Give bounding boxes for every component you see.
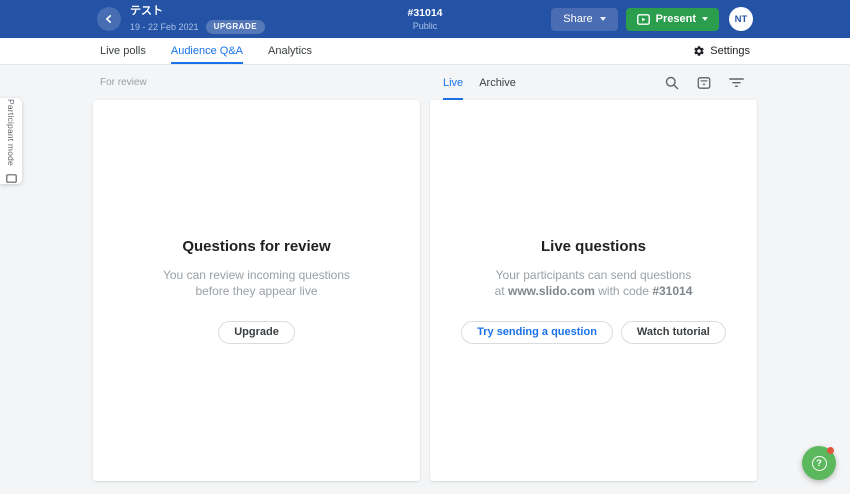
live-questions-panel: Live questions Your participants can sen… (430, 100, 757, 481)
search-icon (665, 76, 679, 90)
participant-mode-label: Participant mode (6, 99, 16, 166)
topbar-actions: Share Present NT (551, 7, 753, 31)
participant-mode-toggle[interactable]: Participant mode (0, 98, 22, 184)
tab-analytics[interactable]: Analytics (268, 38, 312, 64)
present-button-label: Present (656, 13, 696, 25)
slido-url: www.slido.com (508, 284, 595, 298)
event-info: テスト 19 - 22 Feb 2021 UPGRADE (130, 5, 265, 34)
chevron-down-icon (600, 17, 606, 21)
settings-button[interactable]: Settings (693, 38, 750, 64)
share-button-label: Share (563, 13, 592, 25)
question-mark-icon: ? (812, 456, 827, 471)
event-code-inline: #31014 (652, 284, 692, 298)
review-panel-description: You can review incoming questions before… (163, 267, 350, 299)
nav-tabs: Live polls Audience Q&A Analytics (100, 38, 312, 64)
help-button[interactable]: ? (802, 446, 836, 480)
tab-live-questions[interactable]: Live (443, 65, 463, 100)
live-panel-description: Your participants can send questions atw… (495, 267, 693, 299)
main-content: Participant mode For review Live Archive (0, 65, 850, 494)
watch-tutorial-button[interactable]: Watch tutorial (621, 321, 726, 344)
live-panel-title: Live questions (541, 238, 646, 255)
present-screen-icon (637, 14, 650, 25)
filter-button[interactable] (729, 77, 744, 88)
event-code-block: #31014 Public (407, 7, 442, 31)
settings-label: Settings (710, 45, 750, 57)
present-button[interactable]: Present (626, 8, 719, 31)
back-button[interactable] (97, 7, 121, 31)
archive-box-icon (697, 76, 711, 90)
search-button[interactable] (665, 76, 679, 90)
panel-toolbar: For review Live Archive (93, 65, 757, 100)
navbar: Live polls Audience Q&A Analytics Settin… (0, 38, 850, 65)
notification-dot (827, 447, 834, 454)
tab-audience-qa[interactable]: Audience Q&A (171, 38, 243, 64)
event-dates: 19 - 22 Feb 2021 (130, 22, 199, 32)
for-review-label: For review (100, 77, 147, 88)
review-panel-title: Questions for review (182, 238, 330, 255)
tab-archive[interactable]: Archive (479, 65, 516, 100)
chevron-down-icon (702, 17, 708, 21)
upgrade-button[interactable]: Upgrade (218, 321, 295, 344)
topbar: テスト 19 - 22 Feb 2021 UPGRADE #31014 Publ… (0, 0, 850, 38)
event-visibility: Public (407, 21, 442, 31)
tab-live-polls[interactable]: Live polls (100, 38, 146, 64)
chevron-left-icon (103, 13, 115, 25)
share-button[interactable]: Share (551, 8, 617, 31)
upgrade-badge[interactable]: UPGRADE (206, 20, 266, 34)
archive-button[interactable] (697, 76, 711, 90)
qa-actions (665, 65, 757, 100)
avatar[interactable]: NT (729, 7, 753, 31)
event-title: テスト (130, 5, 265, 18)
gear-icon (693, 45, 705, 57)
questions-for-review-panel: Questions for review You can review inco… (93, 100, 420, 481)
filter-icon (729, 77, 744, 88)
event-code: #31014 (407, 7, 442, 19)
try-sending-question-button[interactable]: Try sending a question (461, 321, 613, 344)
monitor-icon (6, 174, 17, 183)
